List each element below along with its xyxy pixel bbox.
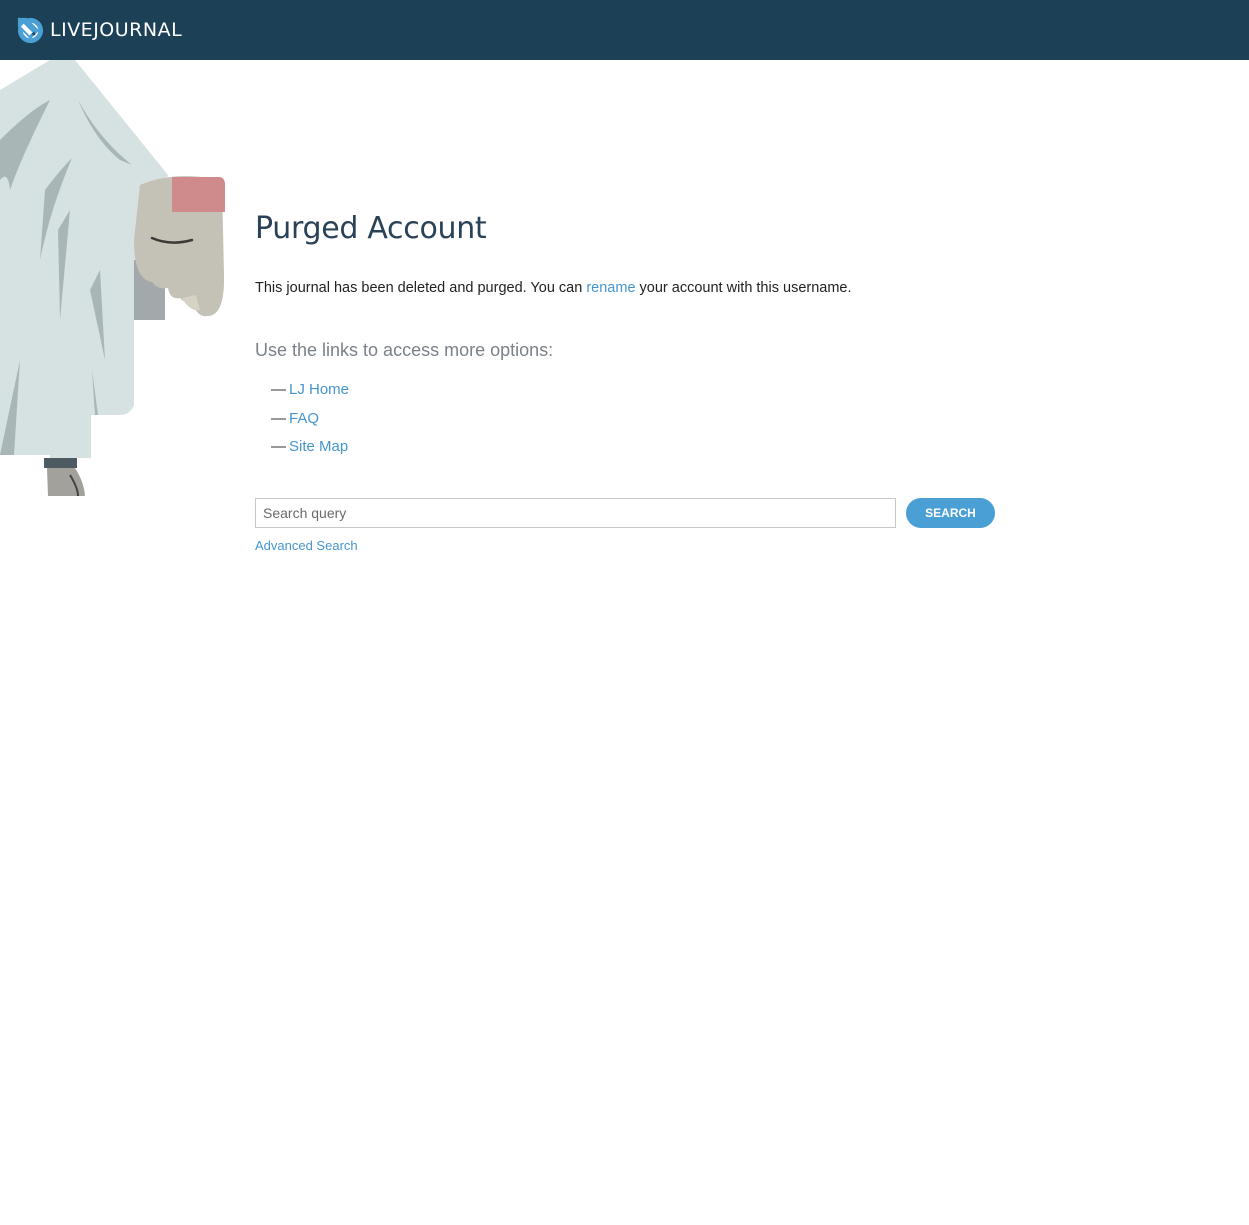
logo-text: LIVEJOURNAL [50,18,183,41]
page-title: Purged Account [255,211,487,246]
livejournal-logo[interactable]: LIVEJOURNAL [16,14,182,46]
message-text-after: your account with this username. [635,280,852,296]
list-item: — Site Map [255,437,1015,466]
options-heading: Use the links to access more options: [255,340,554,360]
search-form: SEARCH [255,498,995,528]
dash-bullet: — [271,438,286,455]
site-map-link[interactable]: Site Map [289,438,348,455]
purged-message: This journal has been deleted and purged… [255,278,1015,298]
dash-bullet: — [271,381,286,398]
main-content: Purged Account This journal has been del… [255,205,1015,553]
advanced-search-link[interactable]: Advanced Search [255,538,358,553]
message-text-before: This journal has been deleted and purged… [255,280,587,296]
search-input[interactable] [255,498,896,528]
list-item: — LJ Home [255,380,1015,409]
search-button[interactable]: SEARCH [906,498,995,528]
ghost-icon [0,60,225,497]
livejournal-pencil-icon [17,17,44,43]
dash-bullet: — [271,409,286,427]
lj-home-link[interactable]: LJ Home [289,381,349,398]
list-item: — FAQ [255,409,1015,438]
faq-link[interactable]: FAQ [289,410,319,427]
top-bar: LIVEJOURNAL [0,0,1249,60]
rename-link[interactable]: rename [586,280,635,296]
options-links-list: — LJ Home — FAQ — Site Map [255,380,1015,466]
